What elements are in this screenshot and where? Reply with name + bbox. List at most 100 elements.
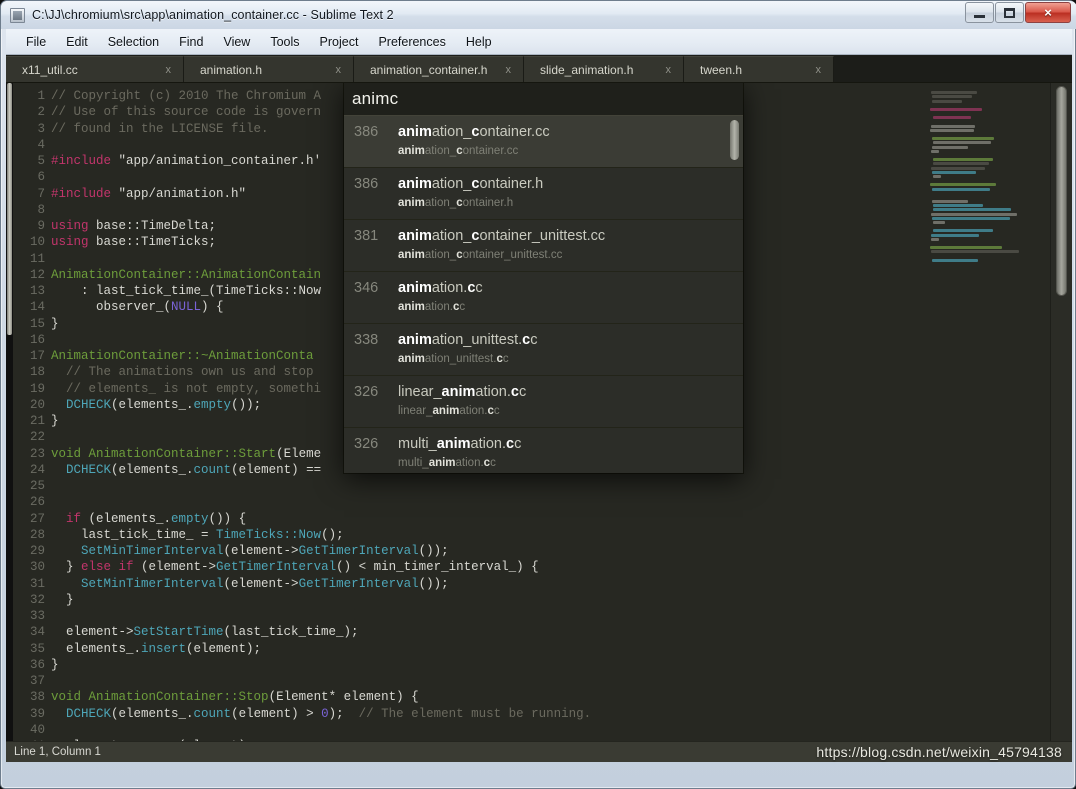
close-icon: × (1044, 6, 1052, 19)
line-number: 29 (13, 543, 51, 559)
code-pane[interactable]: 1 2 3 4 5 6 7 8 9 10 11 12 13 14 15 16 17 18 19 20 21 22 23 24 2… (6, 83, 1072, 741)
code-line[interactable]: last_tick_time_ = TimeTicks::Now(); (51, 527, 922, 543)
code-line[interactable]: SetMinTimerInterval(element->GetTimerInt… (51, 576, 922, 592)
code-line[interactable] (51, 673, 922, 689)
goto-results-list[interactable]: 386 animation_container.cc animation_conta… (344, 116, 743, 473)
code-line[interactable]: element->SetStartTime(last_tick_time_); (51, 624, 922, 640)
menu-item-preferences[interactable]: Preferences (368, 32, 455, 52)
menu-item-edit[interactable]: Edit (56, 32, 98, 52)
line-number: 34 (13, 624, 51, 640)
minimap-line (933, 141, 991, 144)
goto-result-row[interactable]: 386 animation_container.h animation_contai… (344, 168, 743, 220)
tab-close-icon[interactable]: x (802, 64, 834, 76)
watermark-url: https://blog.csdn.net/weixin_45794138 (816, 744, 1064, 760)
goto-result-texts: multi_animation.cc multi_animation.cc (398, 435, 733, 471)
minimap-line (930, 108, 982, 111)
goto-result-rank: 386 (354, 175, 398, 211)
minimap-line (932, 188, 990, 191)
line-number: 1 (13, 88, 51, 104)
menu-bar: File Edit Selection Find View Tools Project Pre… (6, 29, 1072, 55)
menu-item-file[interactable]: File (16, 32, 56, 52)
goto-results-scrollbar[interactable] (730, 120, 739, 160)
goto-anything-panel[interactable]: 386animation_container.ccanimation_conta… (344, 83, 743, 473)
tab-close-icon[interactable]: x (322, 64, 354, 76)
menu-item-tools[interactable]: Tools (260, 32, 309, 52)
tab-tween-h[interactable]: tween.h x (684, 56, 834, 82)
menu-item-project[interactable]: Project (310, 32, 369, 52)
code-line[interactable]: if (elements_.empty()) { (51, 511, 922, 527)
line-number: 12 (13, 267, 51, 283)
goto-result-path: animation_container.cc (398, 143, 733, 159)
goto-result-texts: animation_container.cc animation_containe… (398, 123, 733, 159)
vertical-scrollbar-thumb[interactable] (1056, 86, 1067, 296)
maximize-button[interactable] (995, 2, 1024, 23)
vertical-scrollbar[interactable] (1050, 83, 1072, 741)
minimap-line (933, 208, 1011, 211)
line-number: 17 (13, 348, 51, 364)
code-line[interactable]: } (51, 657, 922, 673)
goto-result-rank: 338 (354, 331, 398, 367)
application-window: C:\JJ\chromium\src\app\animation_contain… (0, 0, 1076, 789)
tab-animation_container-h[interactable]: animation_container.h x (354, 56, 524, 82)
minimap-line (931, 250, 1019, 253)
tab-bar: x11_util.cc x animation.h x animation_contai… (6, 55, 1072, 83)
code-line[interactable]: } else if (element->GetTimerInterval() <… (51, 559, 922, 575)
tab-label: animation_container.h (370, 63, 492, 77)
line-number: 28 (13, 527, 51, 543)
line-number: 18 (13, 364, 51, 380)
goto-result-row[interactable]: 326 multi_animation.cc multi_animation.cc (344, 428, 743, 473)
goto-search-input[interactable] (352, 89, 735, 109)
goto-result-rank: 326 (354, 383, 398, 419)
goto-result-rank: 386 (354, 123, 398, 159)
code-line[interactable] (51, 494, 922, 510)
minimap-line (930, 246, 1002, 249)
minimap-line (931, 150, 939, 153)
menu-item-selection[interactable]: Selection (98, 32, 169, 52)
code-line[interactable] (51, 722, 922, 738)
window-title: C:\JJ\chromium\src\app\animation_contain… (32, 8, 394, 22)
code-line[interactable] (51, 608, 922, 624)
line-number: 6 (13, 169, 51, 185)
tab-label: x11_util.cc (22, 63, 152, 77)
minimap-line (932, 217, 1010, 220)
line-number: 3 (13, 121, 51, 137)
goto-result-row[interactable]: 338 animation_unittest.cc animation_unitte… (344, 324, 743, 376)
minimize-button[interactable] (965, 2, 994, 23)
goto-result-path: linear_animation.cc (398, 403, 733, 419)
code-line[interactable]: elements_.insert(element); (51, 641, 922, 657)
left-scrollbar[interactable] (6, 83, 13, 741)
line-number: 10 (13, 234, 51, 250)
minimap[interactable] (922, 83, 1050, 741)
goto-result-row[interactable]: 386 animation_container.cc animation_conta… (344, 116, 743, 168)
goto-result-row[interactable]: 381 animation_container_unittest.cc animat… (344, 220, 743, 272)
tab--lide_animation-h[interactable]: slide_animation.h x (524, 56, 684, 82)
line-number: 2 (13, 104, 51, 120)
line-number: 36 (13, 657, 51, 673)
tab-x11_util-cc[interactable]: x11_util.cc x (6, 56, 184, 82)
code-line[interactable]: } (51, 592, 922, 608)
goto-result-row[interactable]: 346 animation.cc animation.cc (344, 272, 743, 324)
line-number: 23 (13, 446, 51, 462)
code-line[interactable]: DCHECK(elements_.count(element) > 0); //… (51, 706, 922, 722)
code-line[interactable]: void AnimationContainer::Stop(Element* e… (51, 689, 922, 705)
line-number: 16 (13, 332, 51, 348)
tab-close-icon[interactable]: x (652, 64, 684, 76)
code-line[interactable] (51, 478, 922, 494)
goto-result-texts: linear_animation.cc linear_animation.cc (398, 383, 733, 419)
line-number: 19 (13, 381, 51, 397)
line-number: 5 (13, 153, 51, 169)
menu-item-help[interactable]: Help (456, 32, 502, 52)
tab-animation-h[interactable]: animation.h x (184, 56, 354, 82)
code-line[interactable]: SetMinTimerInterval(element->GetTimerInt… (51, 543, 922, 559)
tab-close-icon[interactable]: x (492, 64, 524, 76)
close-button[interactable]: × (1025, 2, 1071, 23)
minimap-line (931, 125, 975, 128)
cursor-position-label: Line 1, Column 1 (14, 746, 101, 758)
left-scrollbar-thumb[interactable] (7, 83, 12, 335)
tab-close-icon[interactable]: x (152, 64, 184, 76)
goto-input-wrapper[interactable] (344, 83, 743, 116)
goto-result-rank: 346 (354, 279, 398, 315)
menu-item-view[interactable]: View (213, 32, 260, 52)
goto-result-row[interactable]: 326 linear_animation.cc linear_animation.c… (344, 376, 743, 428)
menu-item-find[interactable]: Find (169, 32, 213, 52)
